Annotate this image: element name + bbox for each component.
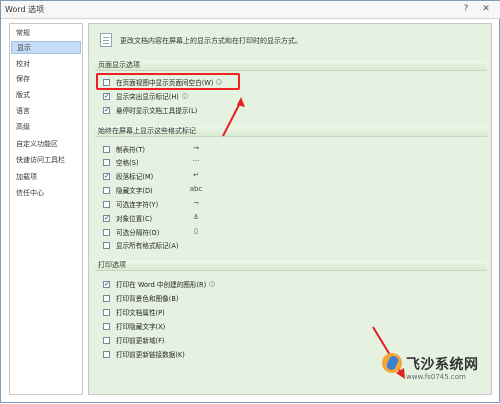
watermark-url: www.fs0745.com (406, 373, 466, 381)
word-options-dialog: Word 选项 ? ✕ 常规 显示 校对 保存 版式 语言 高级 自定义功能区 … (0, 0, 500, 403)
arrow-up-icon (222, 100, 242, 137)
watermark-brand: 飞沙系统网 (406, 357, 479, 373)
site-watermark: 飞沙系统网 www.fs0745.com (382, 347, 494, 397)
arrow-annotations (222, 97, 405, 379)
brand-logo-icon (382, 353, 402, 373)
